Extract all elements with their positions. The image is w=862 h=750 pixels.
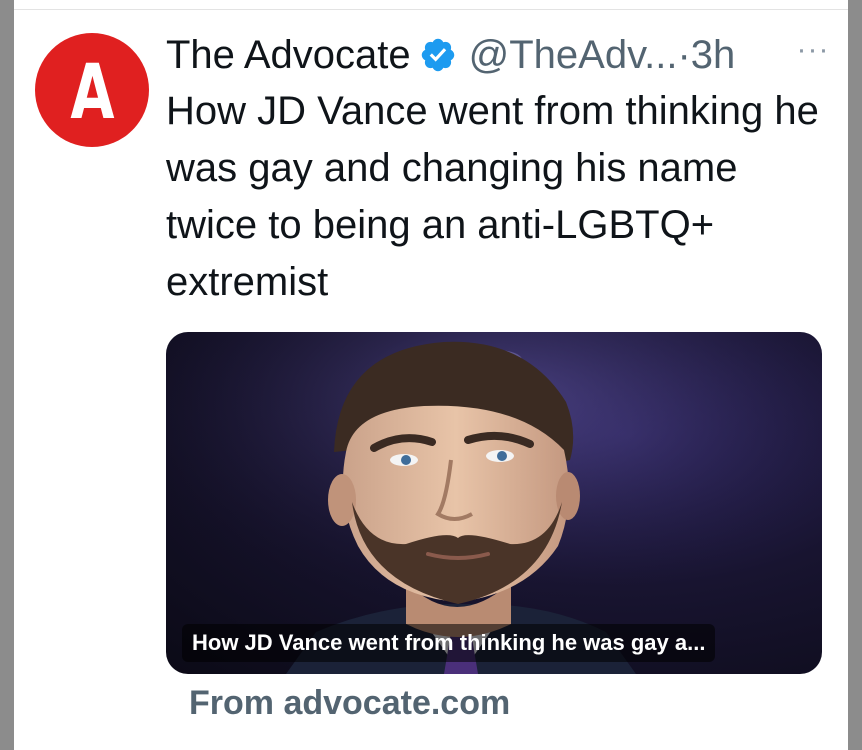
divider bbox=[14, 9, 848, 10]
link-source[interactable]: From advocate.com bbox=[189, 684, 510, 723]
more-options-icon[interactable]: ··· bbox=[790, 30, 836, 70]
link-card-caption: How JD Vance went from thinking he was g… bbox=[182, 624, 716, 662]
link-card-image[interactable]: How JD Vance went from thinking he was g… bbox=[166, 332, 822, 674]
avatar[interactable]: A bbox=[35, 33, 149, 147]
tweet-header: The Advocate @TheAdv... · 3h bbox=[166, 30, 735, 80]
tweet-text: How JD Vance went from thinking he was g… bbox=[166, 89, 819, 304]
avatar-letter: A bbox=[69, 47, 115, 136]
verified-badge-icon bbox=[421, 38, 454, 72]
separator-dot: · bbox=[677, 32, 691, 77]
tweet-card[interactable]: A The Advocate @TheAdv... · 3h ··· How J… bbox=[14, 0, 848, 750]
handle[interactable]: @TheAdv... bbox=[469, 33, 678, 78]
display-name[interactable]: The Advocate bbox=[166, 33, 411, 78]
timestamp[interactable]: 3h bbox=[691, 33, 736, 78]
portrait-illustration bbox=[166, 332, 822, 674]
